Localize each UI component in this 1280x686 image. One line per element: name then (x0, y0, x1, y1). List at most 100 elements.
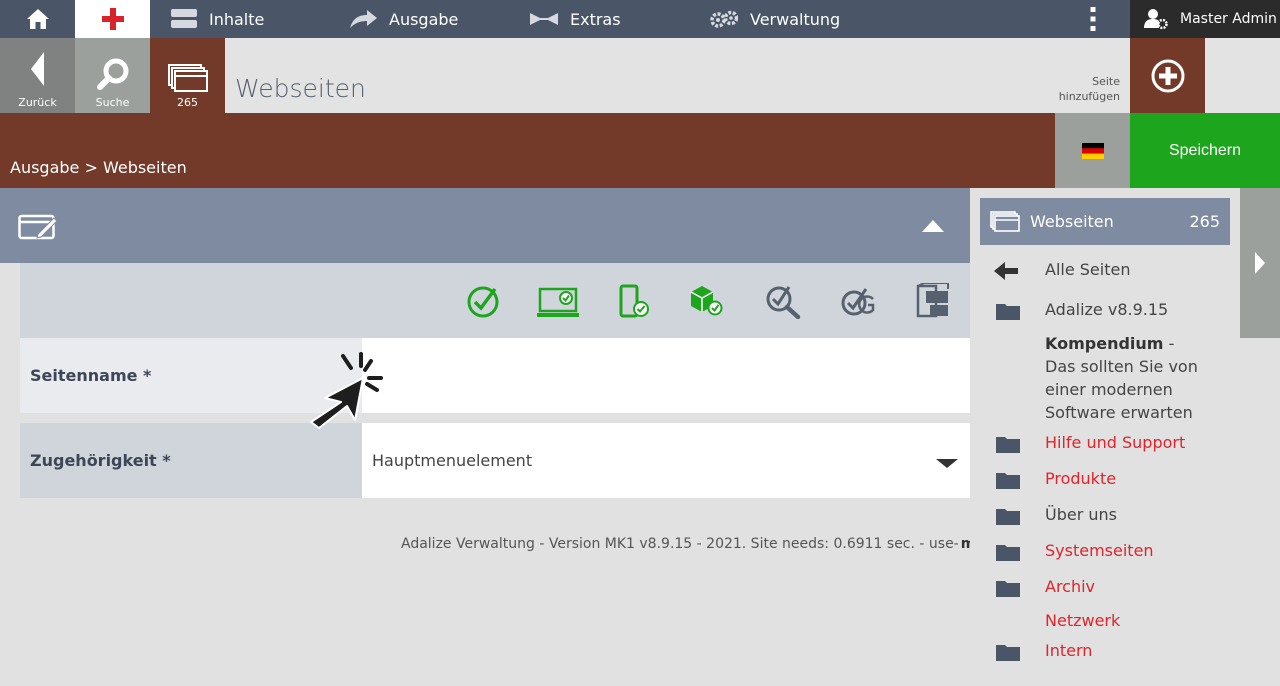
sidebar-title: Webseiten (1030, 212, 1114, 231)
breadcrumb: Ausgabe > Webseiten (10, 158, 187, 177)
google-check-icon[interactable] (840, 283, 876, 319)
mobile-check-icon[interactable] (617, 283, 653, 319)
folder-icon (996, 473, 1020, 489)
nav-label: Extras (570, 9, 621, 29)
nav-extras[interactable]: Extras (530, 0, 621, 38)
page-tree-sidebar: Webseiten 265 Alle Seiten Adalize v8.9.1… (970, 188, 1240, 686)
sidebar-item-ueber-uns[interactable]: Über uns (970, 505, 1230, 527)
nav-label: Inhalte (209, 9, 265, 29)
sidebar-count: 265 (1189, 212, 1220, 231)
sidebar-item-label: Adalize v8.9.15 (1045, 300, 1169, 319)
sidebar-item-archiv[interactable]: Archiv (970, 577, 1230, 599)
pages-stack-icon (167, 64, 208, 92)
seitenname-row: Seitenname * (20, 338, 970, 413)
pages-count: 265 (177, 96, 198, 109)
content-icon (171, 9, 197, 28)
add-label-line: hinzufügen (1058, 90, 1120, 103)
zugehoerigkeit-row: Zugehörigkeit * Hauptmenuelement (20, 423, 970, 498)
share-arrow-icon (350, 10, 377, 28)
red-cross-icon (101, 8, 124, 30)
toolbar: Zurück Suche 265 Webseiten Seite hinzufü… (0, 38, 1280, 113)
check-circle-icon[interactable] (465, 283, 501, 319)
sidebar-item-label: Netzwerk (1045, 611, 1121, 630)
collapse-icon[interactable] (922, 220, 944, 232)
sidebar-item-label: Über uns (1045, 505, 1117, 524)
language-button[interactable] (1055, 113, 1130, 188)
search-button[interactable]: Suche (75, 38, 150, 113)
box-check-icon[interactable] (687, 283, 723, 319)
nav-label: Ausgabe (389, 9, 459, 29)
chevron-down-icon (936, 459, 958, 468)
kompendium-description: Das sollten Sie von einer modernen Softw… (1045, 357, 1198, 422)
footer: Adalize Verwaltung - Version MK1 v8.9.15… (401, 533, 1035, 555)
desktop-check-icon[interactable] (537, 283, 579, 319)
add-page-button[interactable] (1130, 38, 1205, 113)
chevron-left-icon (30, 52, 44, 86)
nav-ausgabe[interactable]: Ausgabe (350, 0, 458, 38)
sidebar-item-label: Archiv (1045, 577, 1096, 596)
zugehoerigkeit-select[interactable]: Hauptmenuelement (362, 423, 970, 498)
sidebar-toggle-button[interactable] (1240, 188, 1280, 338)
search-check-icon[interactable] (765, 283, 801, 319)
kebab-icon (1090, 7, 1096, 31)
user-gear-icon (1144, 9, 1168, 30)
sidebar-item-label: Intern (1045, 641, 1093, 660)
folder-icon (996, 581, 1020, 597)
footer-text: Adalize Verwaltung - Version MK1 v8.9.15… (401, 536, 959, 552)
extras-icon (530, 13, 558, 25)
sidebar-item-intern[interactable]: Intern (970, 641, 1230, 663)
breadcrumb-bar: Ausgabe > Webseiten (0, 113, 1055, 188)
sidebar-item-alle-seiten[interactable]: Alle Seiten (970, 260, 1230, 282)
nav-verwaltung[interactable]: Verwaltung (710, 0, 840, 38)
kompendium-title: Kompendium (1045, 334, 1164, 353)
seitenname-field-wrap (362, 338, 970, 413)
top-nav: Inhalte Ausgabe Extras Verwaltung Master… (0, 0, 1280, 38)
pages-stack-icon (990, 210, 1020, 232)
arrow-left-icon (994, 262, 1018, 280)
add-label-line: Seite (1092, 75, 1120, 88)
back-button[interactable]: Zurück (0, 38, 75, 113)
chevron-right-icon (1255, 252, 1265, 274)
home-button[interactable] (0, 0, 75, 38)
folder-icon (996, 509, 1020, 525)
nav-label: Verwaltung (750, 9, 841, 29)
sidebar-item-kompendium[interactable]: Kompendium - Das sollten Sie von einer m… (1045, 332, 1235, 424)
save-button[interactable]: Speichern (1130, 113, 1280, 188)
pages-button[interactable]: 265 (150, 38, 225, 113)
sidebar-item-label: Alle Seiten (1045, 260, 1131, 279)
add-page-label: Seite hinzufügen (1040, 74, 1120, 104)
sidebar-item-label: Systemseiten (1045, 541, 1154, 560)
zugehoerigkeit-value: Hauptmenuelement (372, 451, 533, 470)
folder-icon (996, 545, 1020, 561)
home-icon (26, 9, 49, 29)
sidebar-item-adalize[interactable]: Adalize v8.9.15 (970, 300, 1230, 322)
sidebar-item-label: Produkte (1045, 469, 1117, 488)
more-menu-button[interactable] (1082, 0, 1104, 38)
status-icon-row (20, 263, 970, 338)
gears-icon (710, 10, 738, 28)
back-label: Zurück (18, 96, 57, 109)
sidebar-item-label: Hilfe und Support (1045, 433, 1186, 452)
page-title: Webseiten (235, 74, 366, 103)
sidebar-item-produkte[interactable]: Produkte (970, 469, 1230, 491)
folder-icon (996, 304, 1020, 320)
archive-box-icon[interactable] (914, 283, 950, 319)
plus-circle-icon (1151, 59, 1184, 92)
edit-icon (18, 214, 58, 240)
user-menu[interactable]: Master Admin (1130, 0, 1280, 38)
seitenname-input[interactable] (362, 338, 970, 413)
nav-inhalte[interactable]: Inhalte (171, 0, 264, 38)
folder-icon (996, 437, 1020, 453)
zugehoerigkeit-label: Zugehörigkeit * (20, 423, 362, 498)
pointer-cursor-icon (310, 352, 383, 429)
user-name: Master Admin (1180, 11, 1277, 27)
sidebar-header[interactable]: Webseiten 265 (980, 198, 1230, 245)
search-icon (96, 58, 128, 90)
emergency-button[interactable] (75, 0, 150, 38)
sidebar-item-hilfe[interactable]: Hilfe und Support (970, 433, 1230, 455)
search-label: Suche (95, 96, 130, 109)
folder-icon (996, 645, 1020, 661)
sidebar-item-systemseiten[interactable]: Systemseiten (970, 541, 1230, 563)
section-header (0, 188, 970, 263)
sidebar-item-netzwerk[interactable]: Netzwerk (970, 611, 1230, 633)
